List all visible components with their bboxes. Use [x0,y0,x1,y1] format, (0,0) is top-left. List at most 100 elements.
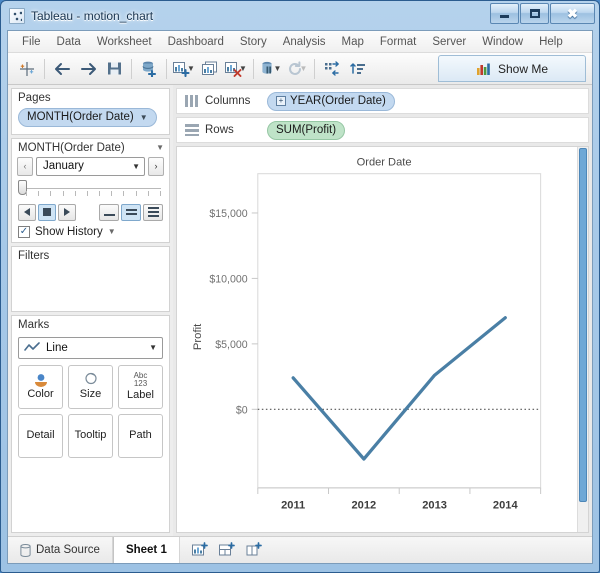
marks-detail-button[interactable]: Detail [18,413,63,458]
pages-shelf-drop[interactable]: MONTH(Order Date) ▼ [12,105,169,134]
x-tick-label: 2012 [352,499,377,511]
page-value-select[interactable]: January ▼ [36,156,145,176]
menu-window[interactable]: Window [474,34,531,50]
vertical-scrollbar-thumb[interactable] [579,148,587,503]
data-source-tab[interactable]: Data Source [8,537,113,563]
columns-shelf-drop[interactable]: + YEAR(Order Date) [267,91,584,111]
save-button[interactable] [101,56,127,82]
chart-title: Order Date [357,156,412,168]
maximize-button[interactable] [520,3,549,24]
stop-button[interactable] [38,203,56,221]
marks-size-button[interactable]: Size [68,364,113,409]
page-prev-button[interactable]: ‹ [17,156,33,176]
step-back-button[interactable] [18,203,36,221]
page-slider[interactable] [12,176,169,202]
y-tick-label: $5,000 [215,339,247,351]
title-bar: Tableau - motion_chart ✖ [1,1,599,30]
clear-sheet-button[interactable]: ▼ [223,56,249,82]
new-worksheet-button[interactable]: ▼ [171,56,197,82]
menu-data[interactable]: Data [49,34,89,50]
menu-format[interactable]: Format [372,34,424,50]
chevron-down-icon[interactable]: ▼ [274,64,282,73]
chevron-down-icon[interactable]: ▼ [239,64,247,73]
view-panel: Columns + YEAR(Order Date) Rows SUM(Prof… [173,85,592,536]
duplicate-sheet-icon [201,61,217,75]
show-history-checkbox[interactable]: ✓ [18,225,30,238]
sheet-tab-label: Sheet 1 [125,544,167,556]
menu-help[interactable]: Help [531,34,571,50]
forward-button[interactable] [75,56,101,82]
x-axis-ticks: 2011 2012 2013 2014 [257,487,542,511]
menu-map[interactable]: Map [334,34,372,50]
rows-shelf[interactable]: Rows SUM(Profit) [176,117,589,143]
rows-shelf-label: Rows [205,124,234,136]
pages-card: Pages MONTH(Order Date) ▼ [11,88,170,135]
menu-file[interactable]: File [14,34,49,50]
size-icon [84,373,97,385]
mark-property-grid: Color Size Abc 123 Label Detail Tooltip … [18,364,163,458]
show-history-row[interactable]: ✓ Show History ▼ [12,221,169,242]
columns-pill-year-order-date[interactable]: + YEAR(Order Date) [267,91,395,111]
chevron-down-icon[interactable]: ▼ [108,227,116,236]
chevron-down-icon[interactable]: ▼ [187,64,195,73]
plot-frame [257,173,542,489]
sheet-tab-sheet1[interactable]: Sheet 1 [112,537,180,563]
vertical-scrollbar[interactable] [577,147,588,532]
new-data-source-icon [142,61,156,77]
new-story-icon[interactable] [246,542,263,558]
menu-analysis[interactable]: Analysis [275,34,334,50]
speed-fast-button[interactable] [143,203,163,221]
save-icon [107,62,121,75]
step-forward-button[interactable] [58,203,76,221]
speed-medium-button[interactable] [121,203,141,221]
pages-pill-month-order-date[interactable]: MONTH(Order Date) ▼ [18,107,157,127]
mark-type-select[interactable]: Line ▼ [18,336,163,359]
marks-tooltip-label: Tooltip [74,428,107,441]
page-next-button[interactable]: › [148,156,164,176]
new-data-source-button[interactable] [136,56,162,82]
page-slider-track [24,187,161,189]
swap-rows-columns-button[interactable] [319,56,345,82]
toolbar-separator-3 [166,58,167,79]
chevron-down-icon[interactable]: ▼ [156,143,164,152]
show-me-button[interactable]: Show Me [438,55,586,82]
minimize-button[interactable] [490,3,519,24]
marks-tooltip-button[interactable]: Tooltip [68,413,113,458]
mark-type-label: Line [46,341,68,354]
new-worksheet-icon[interactable] [191,542,209,558]
rows-shelf-drop[interactable]: SUM(Profit) [267,120,584,140]
chevron-down-icon[interactable]: ▼ [149,343,157,352]
menu-server[interactable]: Server [424,34,474,50]
duplicate-sheet-button[interactable] [197,56,223,82]
menu-dashboard[interactable]: Dashboard [160,34,232,50]
pause-updates-button[interactable]: ▼ [258,56,284,82]
show-me-label: Show Me [497,61,549,76]
x-tick-label: 2011 [281,499,305,511]
sort-ascending-button[interactable] [345,56,371,82]
columns-pill-label: YEAR(Order Date) [290,95,386,107]
chevron-down-icon[interactable]: ▼ [132,162,140,171]
profit-line-chart[interactable]: Order Date $15,000 $10,000 $5,000 $0 Profit [177,147,577,532]
filters-shelf-drop[interactable] [12,263,169,311]
chart-container[interactable]: Order Date $15,000 $10,000 $5,000 $0 Profit [177,147,577,532]
close-button[interactable]: ✖ [550,3,595,24]
new-dashboard-icon[interactable] [218,542,236,558]
tableau-logo-button[interactable] [14,56,40,82]
chevron-down-icon[interactable]: ▼ [140,113,148,122]
y-axis-label: Profit [192,323,204,350]
marks-path-button[interactable]: Path [118,413,163,458]
marks-color-button[interactable]: Color [18,364,63,409]
back-button[interactable] [49,56,75,82]
rows-pill-sum-profit[interactable]: SUM(Profit) [267,120,346,140]
marks-label-button[interactable]: Abc 123 Label [118,364,163,409]
page-control-header: MONTH(Order Date) ▼ [12,139,169,155]
filters-card: Filters [11,245,170,312]
speed-slow-button[interactable] [99,203,119,221]
menu-story[interactable]: Story [232,34,275,50]
columns-shelf[interactable]: Columns + YEAR(Order Date) [176,88,589,114]
toolbar-separator-1 [44,58,45,79]
pages-pill-label: MONTH(Order Date) [27,111,134,123]
expand-plus-icon[interactable]: + [276,96,286,106]
menu-worksheet[interactable]: Worksheet [89,34,160,50]
status-bar: Data Source Sheet 1 [8,536,592,563]
